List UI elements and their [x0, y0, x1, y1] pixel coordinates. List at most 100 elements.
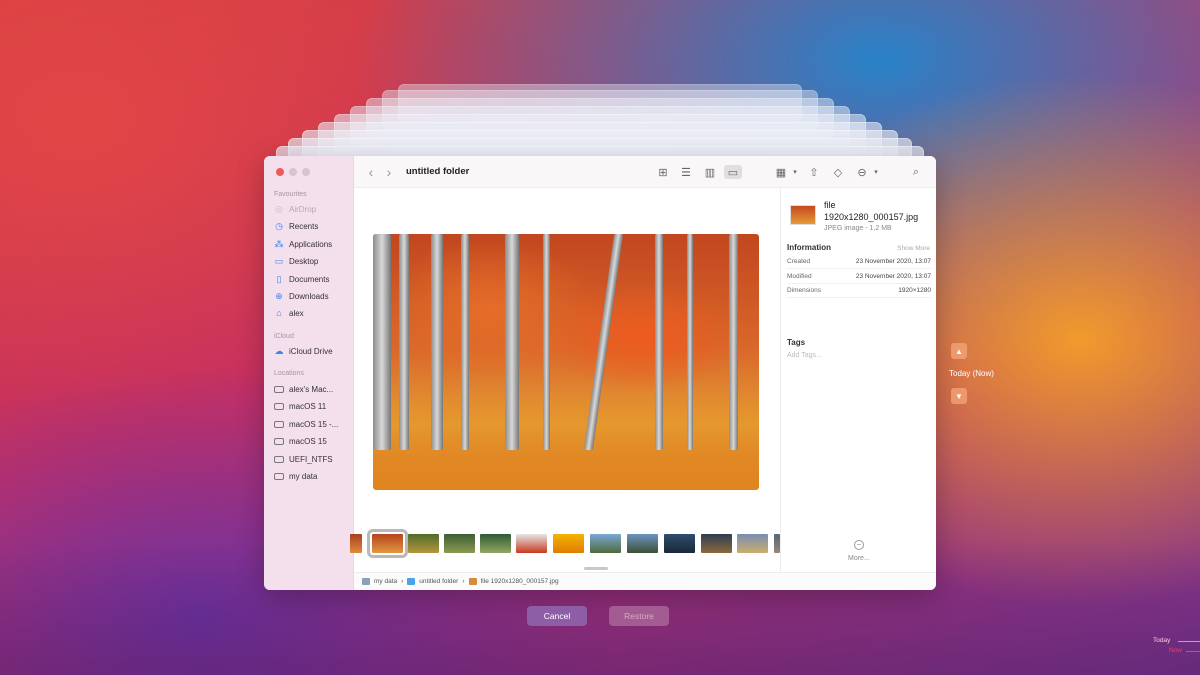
sidebar-item-location[interactable]: macOS 15 -...	[274, 417, 338, 431]
thumbnail[interactable]	[701, 534, 732, 553]
applications-icon: ⁂	[274, 238, 284, 249]
chevron-up-icon[interactable]: ▲	[951, 343, 967, 359]
sidebar-item-label: macOS 15	[289, 436, 327, 446]
sidebar-item-documents[interactable]: ▯ Documents	[274, 272, 330, 286]
group-icon[interactable]: ▦	[774, 165, 788, 179]
drive-icon	[274, 402, 284, 410]
info-row-dimensions: Dimensions 1920×1280	[787, 284, 931, 298]
thumbnail[interactable]	[408, 534, 439, 553]
sidebar-item-desktop[interactable]: ▭ Desktop	[274, 254, 319, 268]
info-key: Created	[787, 258, 811, 265]
sidebar-item-location[interactable]: macOS 11	[274, 399, 326, 413]
current-backup-label: Today (Now)	[949, 369, 994, 378]
more-icon[interactable]: –	[854, 540, 864, 550]
thumbnail[interactable]	[664, 534, 695, 553]
document-icon: ▯	[276, 273, 282, 284]
timeline-now-label[interactable]: Now	[1169, 647, 1182, 654]
sidebar-item-recents[interactable]: ◷ Recents	[274, 219, 318, 233]
back-chevron-icon[interactable]: ‹	[362, 164, 380, 180]
sidebar-item-location[interactable]: my data	[274, 469, 317, 483]
drive-icon	[274, 437, 284, 445]
folder-title: untitled folder	[406, 166, 470, 177]
drive-icon	[362, 578, 370, 585]
sidebar-item-label: Applications	[289, 239, 333, 249]
drive-icon	[274, 472, 284, 480]
minimize-window-button[interactable]	[289, 168, 297, 176]
sidebar-item-label: iCloud Drive	[289, 346, 333, 356]
sidebar-item-label: AirDrop	[289, 204, 317, 214]
sidebar-item-label: alex	[289, 308, 304, 318]
sidebar-item-airdrop[interactable]: ◎ AirDrop	[274, 202, 316, 216]
timeline-today-label[interactable]: Today	[1153, 637, 1170, 644]
info-value: 23 November 2020, 13:07	[855, 273, 931, 280]
info-value: 23 November 2020, 13:07	[855, 258, 931, 265]
cancel-button[interactable]: Cancel	[527, 606, 587, 626]
path-item[interactable]: untitled folder	[419, 578, 458, 585]
toolbar: ‹ › untitled folder ⊞ ☰ ▥ ▭ ▦ ▾ ⇧ ◇ ⊖ ▾ …	[354, 156, 936, 188]
tag-icon[interactable]: ◇	[831, 165, 845, 179]
column-view-icon[interactable]: ▥	[703, 165, 717, 179]
cloud-icon: ☁	[274, 345, 284, 356]
path-item[interactable]: my data	[374, 578, 397, 585]
chevron-down-icon[interactable]: ▾	[788, 165, 802, 179]
home-icon: ⌂	[276, 308, 282, 318]
thumbnail[interactable]	[553, 534, 584, 553]
add-tags-field[interactable]: Add Tags...	[787, 352, 822, 359]
info-row-created: Created 23 November 2020, 13:07	[787, 255, 931, 269]
thumbnail[interactable]	[480, 534, 511, 553]
path-bar: my data › untitled folder › file 1920x12…	[354, 572, 936, 590]
chevron-down-icon[interactable]: ▼	[951, 388, 967, 404]
forward-chevron-icon[interactable]: ›	[380, 164, 398, 180]
path-separator: ›	[462, 578, 465, 585]
sidebar-item-applications[interactable]: ⁂ Applications	[274, 237, 333, 251]
sidebar-item-label: Downloads	[289, 291, 329, 301]
sidebar-section-icloud: iCloud	[274, 333, 294, 340]
close-window-button[interactable]	[276, 168, 284, 176]
share-icon[interactable]: ⇧	[807, 165, 821, 179]
drive-icon	[274, 455, 284, 463]
window-controls	[276, 168, 310, 176]
sidebar-item-label: my data	[289, 471, 318, 481]
image-preview	[373, 234, 759, 490]
sidebar-item-alex[interactable]: ⌂ alex	[274, 306, 304, 320]
horizontal-scrollbar[interactable]	[584, 567, 608, 570]
thumbnail[interactable]	[444, 534, 475, 553]
sidebar: Favourites ◎ AirDrop ◷ Recents ⁂ Applica…	[264, 156, 354, 590]
image-file-icon	[468, 578, 477, 585]
timeline-tick	[1178, 641, 1200, 642]
sidebar-item-location[interactable]: macOS 15	[274, 434, 327, 448]
information-heading: Information	[787, 243, 831, 252]
thumbnail[interactable]	[516, 534, 547, 553]
sidebar-item-label: macOS 15 -...	[289, 419, 339, 429]
more-button-label[interactable]: More...	[848, 555, 870, 562]
gallery-view-icon[interactable]: ▭	[724, 165, 742, 179]
info-key: Modified	[787, 273, 812, 280]
thumbnail[interactable]	[590, 534, 621, 553]
finder-window: Favourites ◎ AirDrop ◷ Recents ⁂ Applica…	[264, 156, 936, 590]
drive-icon	[274, 420, 284, 428]
sidebar-item-location[interactable]: UEFI_NTFS	[274, 452, 333, 466]
gallery-view	[350, 188, 780, 572]
file-type: JPEG image - 1,2 MB	[824, 225, 892, 232]
list-view-icon[interactable]: ☰	[679, 165, 693, 179]
thumbnail[interactable]	[350, 534, 362, 553]
file-name-line1: file	[824, 200, 836, 210]
thumbnail-selected[interactable]	[367, 529, 408, 558]
search-icon[interactable]: ⌕	[909, 165, 923, 179]
sidebar-section-locations: Locations	[274, 370, 304, 377]
desktop-icon: ▭	[274, 255, 284, 266]
folder-icon	[407, 578, 416, 585]
thumbnail[interactable]	[737, 534, 768, 553]
sidebar-item-downloads[interactable]: ⊕ Downloads	[274, 289, 329, 303]
sidebar-item-location[interactable]: alex's Mac...	[274, 382, 333, 396]
chevron-down-icon[interactable]: ▾	[869, 165, 883, 179]
more-actions-icon[interactable]: ⊖	[855, 165, 869, 179]
restore-button[interactable]: Restore	[609, 606, 669, 626]
maximize-window-button[interactable]	[302, 168, 310, 176]
sidebar-item-icloud-drive[interactable]: ☁ iCloud Drive	[274, 344, 333, 358]
icon-view-icon[interactable]: ⊞	[656, 165, 670, 179]
path-item[interactable]: file 1920x1280_000157.jpg	[481, 578, 559, 585]
show-more-link[interactable]: Show More	[897, 245, 930, 252]
file-thumbnail	[790, 205, 816, 225]
thumbnail[interactable]	[627, 534, 658, 553]
